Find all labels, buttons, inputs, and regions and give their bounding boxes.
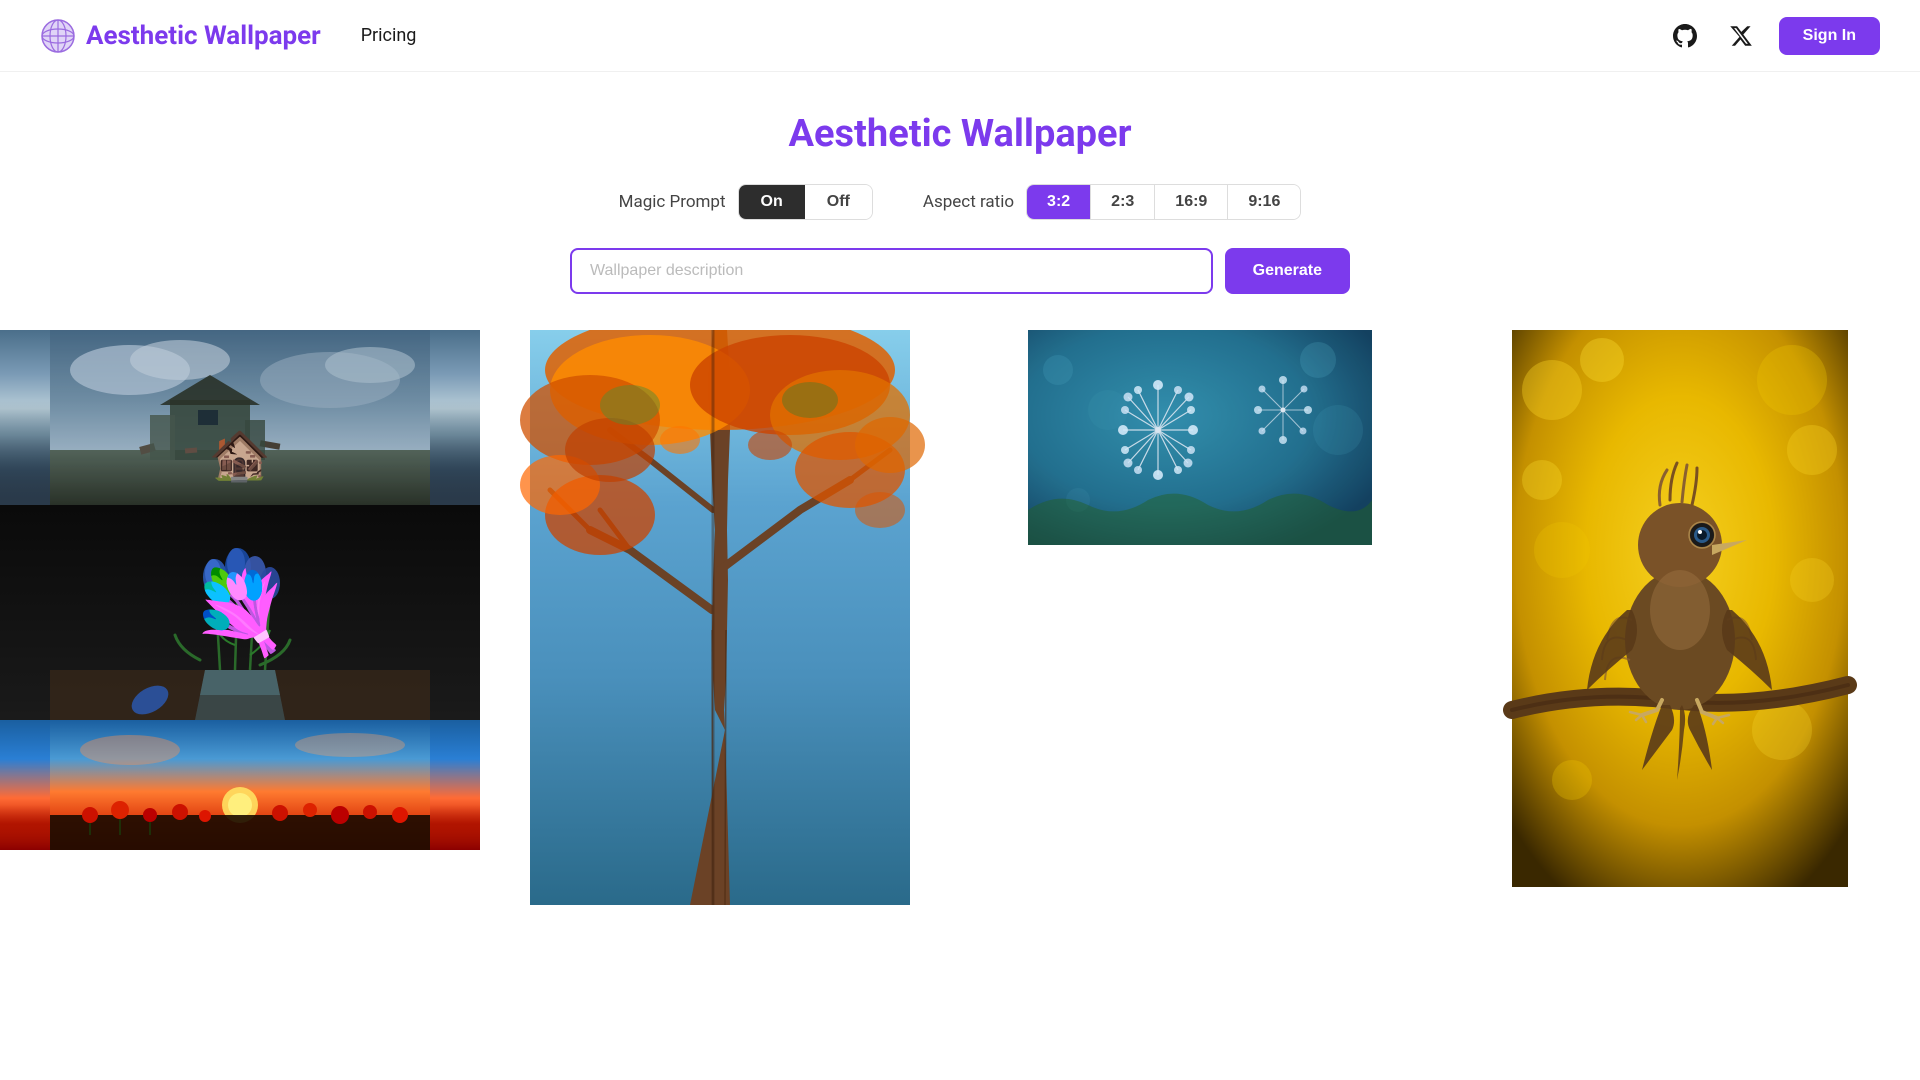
controls-row: Magic Prompt On Off Aspect ratio 3:2 2:3…	[619, 184, 1302, 220]
tulips-image	[0, 505, 480, 720]
ratio-options: 3:2 2:3 16:9 9:16	[1026, 184, 1301, 220]
main-content: Aesthetic Wallpaper Magic Prompt On Off …	[0, 72, 1920, 905]
ratio-9-16-button[interactable]: 9:16	[1228, 185, 1300, 219]
logo-text: Aesthetic Wallpaper	[86, 21, 321, 51]
gallery-col-4	[1440, 330, 1920, 905]
gallery	[0, 330, 1920, 905]
poppy-image	[0, 720, 480, 850]
page-title: Aesthetic Wallpaper	[788, 112, 1131, 156]
aspect-ratio-group: Aspect ratio 3:2 2:3 16:9 9:16	[923, 184, 1301, 220]
ratio-3-2-button[interactable]: 3:2	[1027, 185, 1091, 219]
header-right: Sign In	[1667, 17, 1880, 55]
ratio-2-3-button[interactable]: 2:3	[1091, 185, 1155, 219]
github-icon	[1673, 24, 1697, 48]
github-button[interactable]	[1667, 18, 1703, 54]
globe-icon	[40, 18, 76, 54]
list-item[interactable]	[0, 505, 480, 720]
bird-image	[1440, 330, 1920, 887]
gallery-col-2	[480, 330, 960, 905]
generate-button[interactable]: Generate	[1225, 248, 1350, 294]
main-nav: Pricing	[361, 25, 417, 46]
search-row: Generate	[570, 248, 1350, 294]
x-icon	[1729, 24, 1753, 48]
toggle-group: On Off	[738, 184, 873, 220]
list-item[interactable]	[0, 720, 480, 850]
toggle-on-button[interactable]: On	[739, 185, 805, 219]
autumn-tree-image	[480, 330, 960, 905]
aspect-ratio-label: Aspect ratio	[923, 192, 1014, 212]
magic-prompt-label: Magic Prompt	[619, 192, 726, 212]
list-item[interactable]	[960, 330, 1440, 545]
twitter-x-button[interactable]	[1723, 18, 1759, 54]
sign-in-button[interactable]: Sign In	[1779, 17, 1880, 55]
gallery-col-1	[0, 330, 480, 905]
list-item[interactable]	[1440, 330, 1920, 887]
wallpaper-description-input[interactable]	[570, 248, 1213, 294]
gallery-col-3	[960, 330, 1440, 905]
app-header: Aesthetic Wallpaper Pricing Sign In	[0, 0, 1920, 72]
dandelion-image	[960, 330, 1440, 545]
logo-area[interactable]: Aesthetic Wallpaper	[40, 18, 321, 54]
toggle-off-button[interactable]: Off	[805, 185, 872, 219]
ratio-16-9-button[interactable]: 16:9	[1155, 185, 1228, 219]
pricing-link[interactable]: Pricing	[361, 25, 417, 46]
ruins-image	[0, 330, 480, 505]
magic-prompt-group: Magic Prompt On Off	[619, 184, 873, 220]
list-item[interactable]	[0, 330, 480, 505]
list-item[interactable]	[480, 330, 960, 905]
